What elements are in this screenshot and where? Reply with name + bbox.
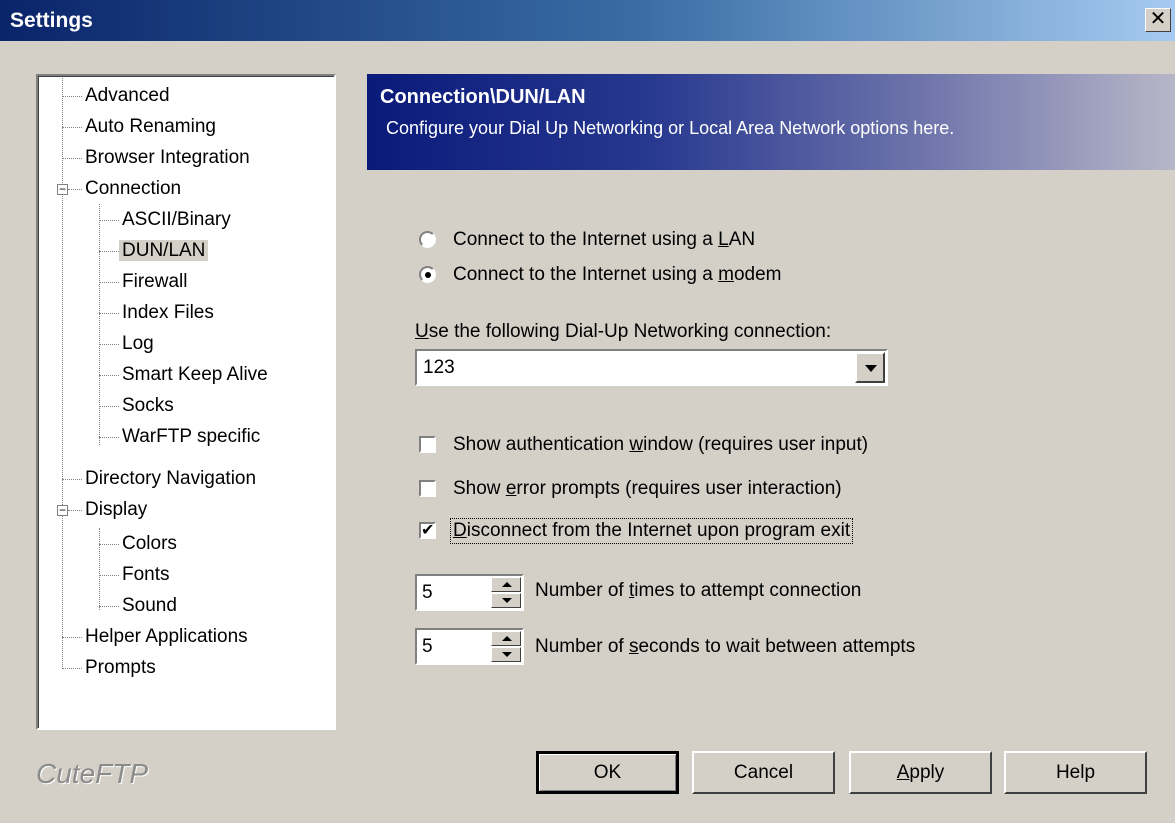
tree-line [99,344,119,345]
tree-line [99,282,119,283]
dun-label: Use the following Dial-Up Networking con… [415,321,832,342]
cuteftp-logo: CuteFTP [36,758,149,789]
attempts-spinner[interactable]: 5 [415,574,524,611]
tree-line [99,406,119,407]
tree-line [62,96,82,97]
tree-item-display[interactable]: Display [82,495,150,525]
wait-seconds-value: 5 [422,636,433,657]
tree-item-warftp-specific[interactable]: WarFTP specific [119,422,263,452]
tree-line [99,375,119,376]
attempts-value: 5 [422,582,433,603]
checkmark-icon: ✔ [421,522,435,539]
tree-line [99,313,119,314]
title-bar: Settings ✕ [0,0,1175,41]
tree-item-auto-renaming[interactable]: Auto Renaming [82,112,219,142]
close-button[interactable]: ✕ [1145,8,1171,32]
tree-item-colors[interactable]: Colors [119,529,180,559]
checkbox-disconnect-box[interactable]: ✔ [419,522,436,539]
window-title: Settings [10,9,93,32]
tree-line [99,220,119,221]
cancel-button[interactable]: Cancel [692,751,835,794]
tree-line [68,510,82,511]
tree-line [62,668,82,669]
tree-line [99,251,119,252]
tree-item-socks[interactable]: Socks [119,391,177,421]
dun-connection-select[interactable]: 123 [415,349,888,386]
arrow-down-icon [502,652,512,657]
tree-line [62,158,82,159]
tree-item-log[interactable]: Log [119,329,157,359]
arrow-up-icon [502,636,512,641]
chevron-down-icon [865,365,877,372]
dun-connection-value: 123 [423,357,455,378]
arrow-up-icon [502,582,512,587]
radio-selected-dot [425,272,431,278]
tree-line [99,528,100,610]
tree-line [62,479,82,480]
close-icon: ✕ [1149,8,1167,30]
arrow-down-icon [502,598,512,603]
tree-item-dun-lan[interactable]: DUN/LAN [119,236,209,266]
apply-button[interactable]: Apply [849,751,992,794]
checkbox-auth-box[interactable] [419,436,436,453]
tree-item-connection[interactable]: Connection [82,174,184,204]
help-button[interactable]: Help [1004,751,1147,794]
wait-seconds-spinner[interactable]: 5 [415,628,524,665]
radio-lan-circle[interactable] [419,231,436,248]
attempts-increment-button[interactable] [491,577,521,592]
dropdown-button[interactable] [855,352,885,383]
tree-item-helper-applications[interactable]: Helper Applications [82,622,251,652]
tree-item-prompts[interactable]: Prompts [82,653,159,683]
collapse-display-icon[interactable]: − [57,504,68,516]
attempts-label: Number of times to attempt connection [535,580,862,601]
section-title: Connection\DUN/LAN [380,86,586,108]
tree-line [62,637,82,638]
tree-item-directory-navigation[interactable]: Directory Navigation [82,464,259,494]
tree-item-smart-keep-alive[interactable]: Smart Keep Alive [119,360,271,390]
tree-item-firewall[interactable]: Firewall [119,267,190,297]
wait-decrement-button[interactable] [491,647,521,662]
tree-item-index-files[interactable]: Index Files [119,298,217,328]
tree-line [99,544,119,545]
attempts-decrement-button[interactable] [491,593,521,608]
tree-item-advanced[interactable]: Advanced [82,81,173,111]
section-description: Configure your Dial Up Networking or Loc… [386,118,955,138]
settings-tree: − − Advanced Auto Renaming Browser Integ… [36,74,336,730]
tree-item-fonts[interactable]: Fonts [119,560,173,590]
tree-line [62,78,63,667]
checkbox-errors-box[interactable] [419,480,436,497]
section-banner: Connection\DUN/LAN Configure your Dial U… [367,74,1175,170]
tree-item-sound[interactable]: Sound [119,591,180,621]
tree-line [68,189,82,190]
tree-line [99,204,100,445]
tree-item-ascii-binary[interactable]: ASCII/Binary [119,205,234,235]
radio-modem-circle[interactable] [419,266,436,283]
tree-line [99,575,119,576]
collapse-connection-icon[interactable]: − [57,183,68,195]
wait-increment-button[interactable] [491,631,521,646]
tree-item-browser-integration[interactable]: Browser Integration [82,143,253,173]
ok-button[interactable]: OK [536,751,679,794]
tree-line [99,606,119,607]
wait-seconds-label: Number of seconds to wait between attemp… [535,636,916,657]
tree-line [99,437,119,438]
tree-line [62,127,82,128]
